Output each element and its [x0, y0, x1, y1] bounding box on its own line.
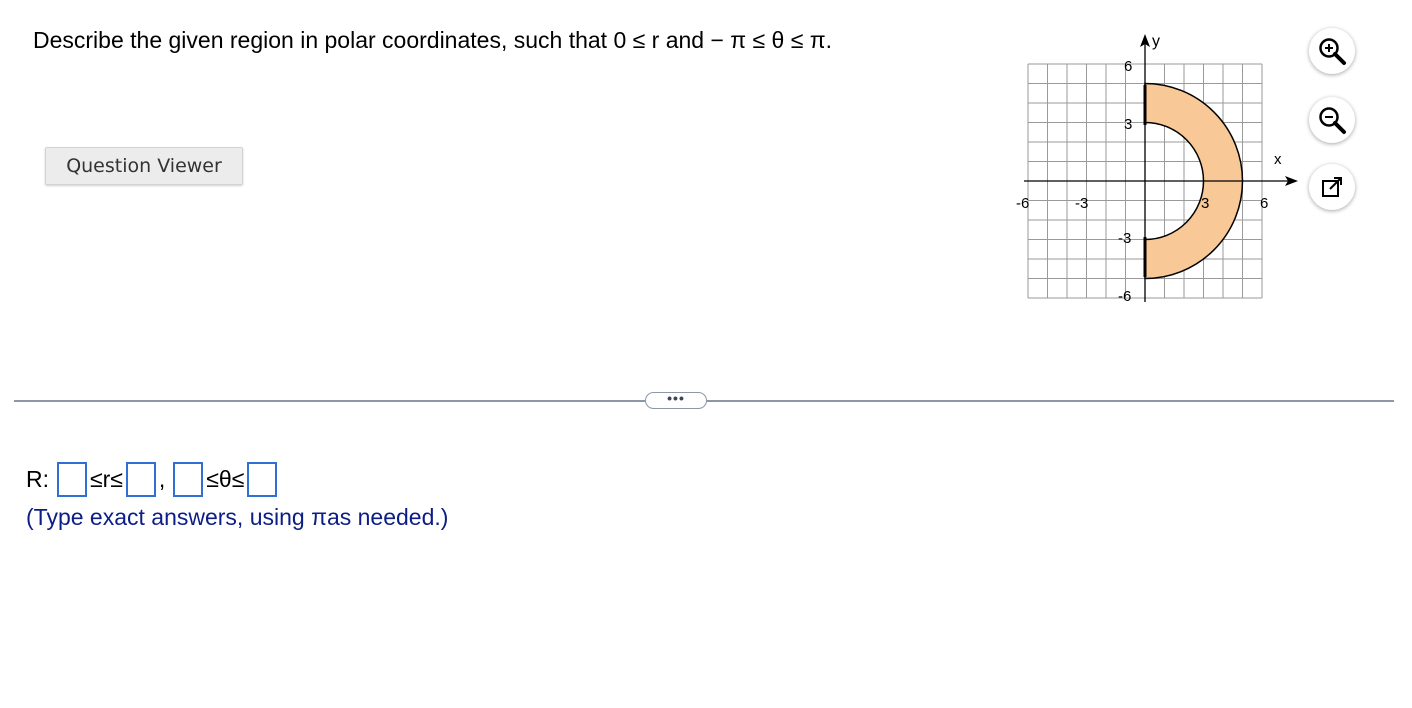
question-text: Describe the given region in polar coord…	[33, 27, 833, 53]
popout-icon	[1322, 177, 1342, 197]
question-viewer-button[interactable]: Question Viewer	[45, 147, 243, 185]
y-tick-label: -3	[1118, 230, 1131, 247]
zoom-in-icon	[1319, 38, 1346, 65]
zoom-out-icon	[1319, 107, 1346, 134]
zoom-in-button[interactable]	[1309, 28, 1355, 74]
popout-button[interactable]	[1309, 164, 1355, 210]
x-tick-label: 6	[1260, 195, 1268, 212]
zoom-out-button[interactable]	[1309, 97, 1355, 143]
comma-separator: ,	[158, 465, 166, 492]
answer-hint: (Type exact answers, using πas needed.)	[26, 504, 449, 530]
r-inequality-symbol: ≤r≤	[90, 465, 123, 492]
polar-region-graph: x y -6 -3 3 6 6 3 -3 -6	[1016, 33, 1298, 305]
y-axis-label: y	[1152, 33, 1160, 50]
r-lower-input[interactable]	[57, 461, 87, 497]
y-tick-label: 3	[1124, 116, 1132, 133]
x-tick-label: -3	[1075, 195, 1088, 212]
theta-lower-input[interactable]	[173, 461, 204, 497]
x-axis-label: x	[1274, 151, 1282, 168]
x-tick-label: 3	[1201, 195, 1209, 212]
answer-prefix: R:	[26, 465, 49, 492]
r-upper-input[interactable]	[125, 461, 156, 497]
more-button[interactable]: •••	[645, 391, 707, 409]
y-tick-label: -6	[1118, 288, 1131, 305]
theta-inequality-symbol: ≤θ≤	[206, 465, 245, 492]
answer-row: R: ≤r≤ , ≤θ≤	[26, 460, 278, 498]
x-tick-label: -6	[1016, 195, 1029, 212]
y-tick-label: 6	[1124, 58, 1132, 75]
theta-upper-input[interactable]	[247, 461, 278, 497]
